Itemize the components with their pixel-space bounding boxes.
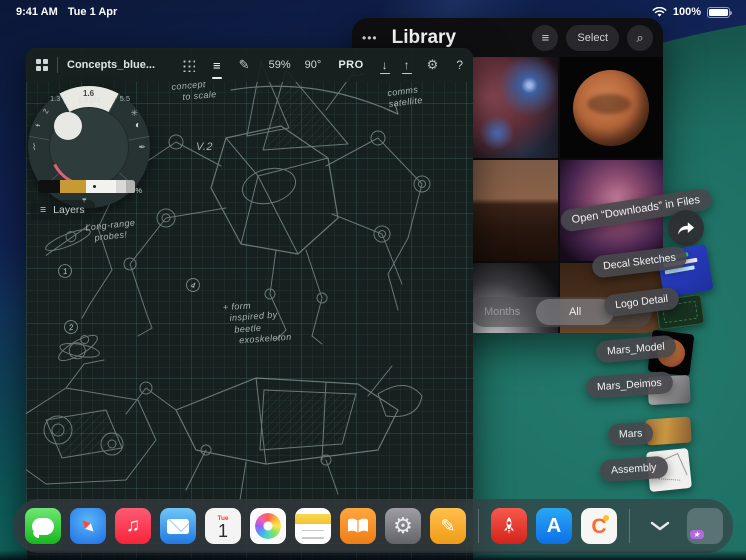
dock-app-notes[interactable] bbox=[295, 508, 331, 544]
annotation-mark-3: 4 bbox=[184, 276, 202, 294]
date: Tue 1 Apr bbox=[67, 6, 118, 18]
clock: 9:41 AM bbox=[16, 6, 58, 18]
ipad-screen: ••• Library ≡ Select ⌕ Months All concep… bbox=[0, 0, 746, 560]
photos-title: Library bbox=[391, 26, 457, 48]
compass-needle-icon bbox=[77, 515, 100, 538]
select-button[interactable]: Select bbox=[566, 24, 619, 51]
dock-app-mail[interactable] bbox=[160, 508, 196, 544]
zoom-level[interactable]: 59% bbox=[269, 59, 291, 71]
flower-icon bbox=[255, 513, 281, 539]
color-swatch-bar[interactable] bbox=[38, 180, 135, 193]
drag-label-assembly[interactable]: Assembly bbox=[599, 455, 669, 483]
wire-tool-icon[interactable]: ⌇ bbox=[32, 142, 36, 153]
envelope-icon bbox=[167, 518, 189, 534]
rotation-angle[interactable]: 90° bbox=[305, 59, 322, 71]
search-icon[interactable]: ⌕ bbox=[627, 24, 653, 51]
annotation-form-note: + form inspired by beetle exoskeleton bbox=[222, 300, 292, 346]
layers-tool-icon[interactable]: ≡ bbox=[212, 58, 222, 79]
annotation-version: V.2 bbox=[196, 141, 213, 153]
status-bar: 9:41 AM Tue 1 Apr 100% bbox=[0, 0, 746, 24]
mini-app-icon: ★ bbox=[689, 530, 704, 539]
concepts-app-window: concept to scale comms satellite V.2 Lon… bbox=[26, 48, 473, 560]
gallery-icon[interactable] bbox=[36, 59, 48, 71]
calendar-day: 1 bbox=[217, 521, 228, 542]
chevron-down-icon bbox=[650, 521, 670, 531]
settings-gear-icon[interactable]: ⚙ bbox=[427, 57, 439, 73]
pro-badge[interactable]: PRO bbox=[338, 59, 363, 71]
annotation-comms-satellite: comms satellite bbox=[386, 84, 424, 110]
wifi-icon bbox=[652, 6, 667, 17]
forward-arrow-icon bbox=[677, 221, 695, 235]
swatch-gold[interactable] bbox=[60, 180, 86, 193]
import-icon[interactable]: ↓ bbox=[379, 58, 390, 74]
dock-app-safari[interactable] bbox=[70, 508, 106, 544]
dock-divider bbox=[629, 509, 630, 543]
drag-label-mars[interactable]: Mars bbox=[607, 421, 654, 447]
dock-app-concepts[interactable]: C bbox=[581, 508, 617, 544]
more-options-button[interactable]: ••• bbox=[362, 31, 378, 45]
music-note-icon: ♫ bbox=[125, 515, 141, 536]
airbrush-tool-icon[interactable]: ✳ bbox=[130, 108, 138, 119]
gear-icon: ⚙ bbox=[393, 513, 413, 538]
notes-header-strip bbox=[295, 513, 331, 524]
dock-app-books[interactable] bbox=[340, 508, 376, 544]
view-options-icon[interactable]: ≡ bbox=[532, 24, 559, 51]
pen-tool-icon[interactable]: ✒ bbox=[138, 142, 146, 153]
rocket-icon bbox=[504, 517, 514, 534]
layers-label: Layers bbox=[53, 204, 85, 216]
opacity-icon[interactable]: ◐ bbox=[135, 120, 141, 131]
dock-app-drawing[interactable]: ✎ bbox=[430, 508, 466, 544]
battery-icon bbox=[707, 6, 732, 18]
color-well[interactable] bbox=[54, 112, 82, 140]
annotation-mark-1: 1 bbox=[57, 263, 73, 279]
smoothing-icon[interactable]: ⌁ bbox=[35, 120, 40, 131]
open-book-icon bbox=[348, 518, 368, 533]
precision-grid-icon[interactable] bbox=[182, 58, 196, 72]
dock-app-appstore[interactable]: A bbox=[536, 508, 572, 544]
appstore-a-icon: A bbox=[546, 514, 562, 537]
speech-bubble-icon bbox=[32, 517, 54, 535]
annotation-mark-2: 2 bbox=[62, 318, 80, 336]
document-title[interactable]: Concepts_blue... bbox=[67, 59, 155, 71]
pen-icon: ✎ bbox=[440, 515, 456, 536]
dock-app-photos[interactable] bbox=[250, 508, 286, 544]
swatch-black[interactable] bbox=[38, 180, 60, 193]
dock-app-library[interactable]: ★ bbox=[687, 508, 723, 544]
dock-app-messages[interactable] bbox=[25, 508, 61, 544]
battery-percent: 100% bbox=[672, 6, 701, 18]
swatch-white-selected[interactable] bbox=[86, 180, 116, 193]
dock: ♫ Tue 1 ⚙ ✎ A C ★ bbox=[13, 499, 733, 553]
dock-app-settings[interactable]: ⚙ bbox=[385, 508, 421, 544]
annotation-probes-note: Long-range probes! bbox=[84, 217, 136, 243]
concepts-toolbar: Concepts_blue... ≡ ✎ 59% 90° PRO ↓ ↑ ⚙ ? bbox=[26, 48, 473, 82]
annotation-scale-note: concept to scale bbox=[171, 78, 218, 103]
dock-app-music[interactable]: ♫ bbox=[115, 508, 151, 544]
help-button[interactable]: ? bbox=[456, 58, 463, 72]
swatch-gray[interactable] bbox=[126, 180, 135, 193]
dock-app-rocket[interactable] bbox=[491, 508, 527, 544]
stroke-size-label: 1.6 pts bbox=[77, 95, 101, 104]
dock-divider bbox=[478, 509, 479, 543]
export-icon[interactable]: ↑ bbox=[401, 58, 412, 74]
dock-app-calendar[interactable]: Tue 1 bbox=[205, 508, 241, 544]
hamburger-icon: ≡ bbox=[40, 204, 47, 216]
swatch-lightgray[interactable] bbox=[116, 180, 126, 193]
segment-all-selected[interactable]: All bbox=[536, 299, 615, 325]
segment-months[interactable]: Months bbox=[470, 306, 534, 318]
dock-collapse-chevron[interactable] bbox=[642, 508, 678, 544]
photo-thumbnail-mars-planet[interactable] bbox=[560, 57, 663, 158]
share-forward-button[interactable] bbox=[668, 210, 704, 246]
layers-panel-toggle[interactable]: ≡ Layers bbox=[30, 200, 95, 220]
pen-mode-icon[interactable]: ✎ bbox=[239, 57, 250, 73]
pencil-tool-icon[interactable]: ∿ bbox=[42, 106, 50, 117]
